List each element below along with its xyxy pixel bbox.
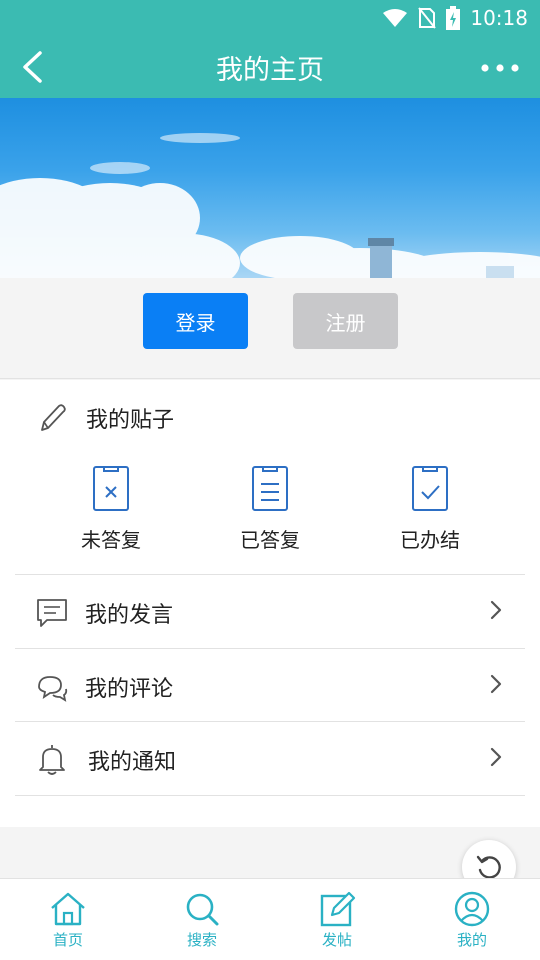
compose-icon xyxy=(320,891,356,927)
battery-charging-icon xyxy=(446,6,461,30)
pencil-icon xyxy=(41,404,66,431)
status-bar: 10:18 xyxy=(0,0,540,36)
clock: 10:18 xyxy=(470,6,528,30)
auth-area: 登录 注册 xyxy=(0,278,540,379)
bottom-tab-bar: 首页 搜索 发帖 我的 xyxy=(0,878,540,960)
sky-clouds-illustration xyxy=(0,133,540,278)
stat-answered[interactable]: 已答复 xyxy=(210,464,330,554)
register-button[interactable]: 注册 xyxy=(293,293,398,349)
title-bar: 我的主页 xyxy=(0,36,540,98)
home-icon xyxy=(51,892,85,926)
menu-item-my-speeches[interactable]: 我的发言 xyxy=(15,574,525,648)
stat-label: 已办结 xyxy=(400,528,460,552)
tab-home[interactable]: 首页 xyxy=(28,891,108,957)
menu-item-label: 我的通知 xyxy=(88,750,177,775)
clipboard-lines-icon xyxy=(252,466,288,511)
stat-label: 已答复 xyxy=(240,528,300,552)
banner-image xyxy=(0,98,540,278)
tab-label: 我的 xyxy=(456,931,487,949)
stat-closed[interactable]: 已办结 xyxy=(370,464,490,554)
chevron-right-icon xyxy=(490,600,502,620)
clipboard-x-icon xyxy=(93,466,129,511)
speech-bubble-icon xyxy=(37,599,67,627)
profile-card: 我的贴子 未答复 已答复 已办结 我的发言 我的评论 我的通知 xyxy=(0,380,540,827)
login-button[interactable]: 登录 xyxy=(143,293,248,349)
more-dots-icon[interactable] xyxy=(480,58,520,78)
divider xyxy=(15,795,525,796)
tab-compose[interactable]: 发帖 xyxy=(297,891,377,957)
bell-icon xyxy=(39,745,65,775)
tab-label: 首页 xyxy=(52,931,83,949)
tab-label: 搜索 xyxy=(186,931,217,949)
search-icon xyxy=(186,893,219,926)
chevron-right-icon xyxy=(490,747,502,767)
no-sim-icon xyxy=(418,7,437,29)
chat-bubbles-icon xyxy=(38,676,68,702)
clipboard-check-icon xyxy=(412,466,448,511)
status-icons: 10:18 xyxy=(382,6,528,30)
menu-item-label: 我的发言 xyxy=(85,603,174,628)
page-title: 我的主页 xyxy=(216,55,324,86)
menu-item-my-notifications[interactable]: 我的通知 xyxy=(15,721,525,795)
my-posts-header: 我的贴子 xyxy=(0,380,540,452)
tab-label: 发帖 xyxy=(321,931,352,949)
chevron-right-icon xyxy=(490,674,502,694)
stat-label: 未答复 xyxy=(81,528,141,552)
tab-profile[interactable]: 我的 xyxy=(432,891,512,957)
wifi-icon xyxy=(383,9,408,27)
tab-search[interactable]: 搜索 xyxy=(162,891,242,957)
profile-icon xyxy=(454,891,490,927)
my-posts-title: 我的贴子 xyxy=(86,408,175,433)
menu-item-my-comments[interactable]: 我的评论 xyxy=(15,648,525,722)
menu-item-label: 我的评论 xyxy=(85,677,174,702)
stat-unanswered[interactable]: 未答复 xyxy=(51,464,171,554)
